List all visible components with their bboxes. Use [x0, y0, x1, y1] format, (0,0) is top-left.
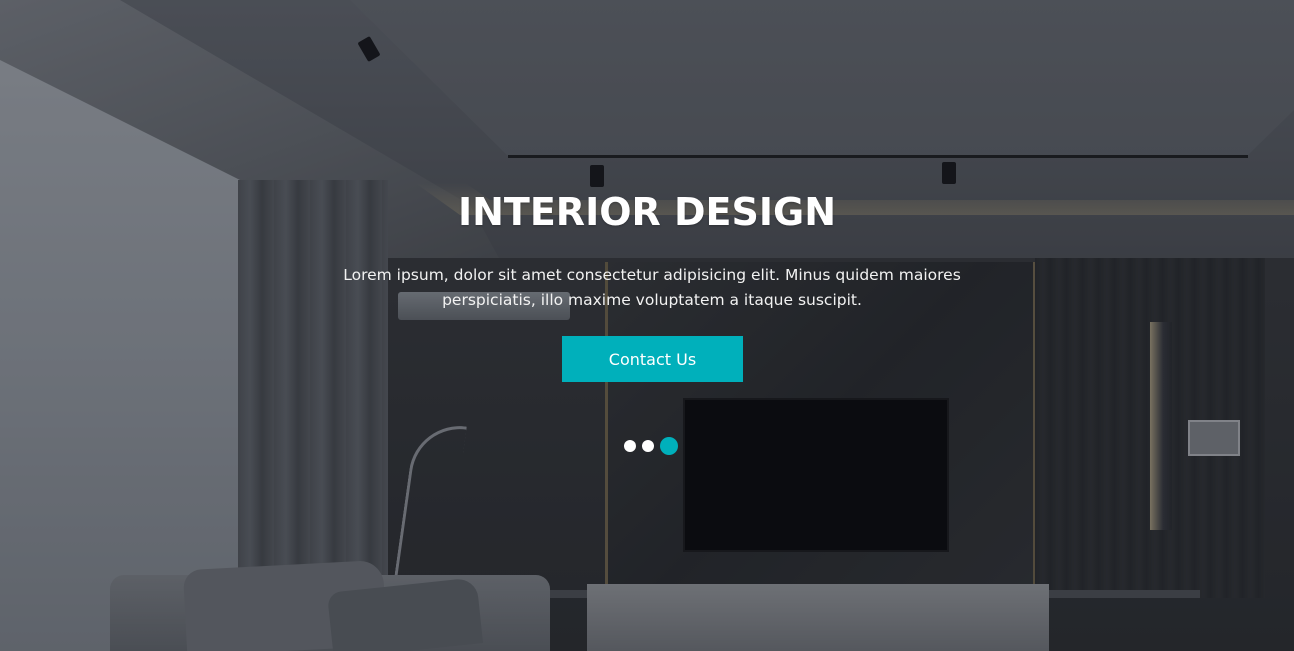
carousel-dot[interactable]: [624, 440, 636, 452]
carousel-indicators: [624, 436, 678, 456]
hero-description: Lorem ipsum, dolor sit amet consectetur …: [343, 266, 961, 309]
hero-title: INTERIOR DESIGN: [457, 190, 836, 234]
hero-slider: INTERIOR DESIGN Lorem ipsum, dolor sit a…: [0, 0, 1294, 651]
contact-us-button[interactable]: Contact Us: [562, 336, 743, 382]
carousel-dot-active[interactable]: [660, 437, 678, 455]
carousel-dot[interactable]: [642, 440, 654, 452]
hero-content: INTERIOR DESIGN Lorem ipsum, dolor sit a…: [0, 0, 1294, 651]
